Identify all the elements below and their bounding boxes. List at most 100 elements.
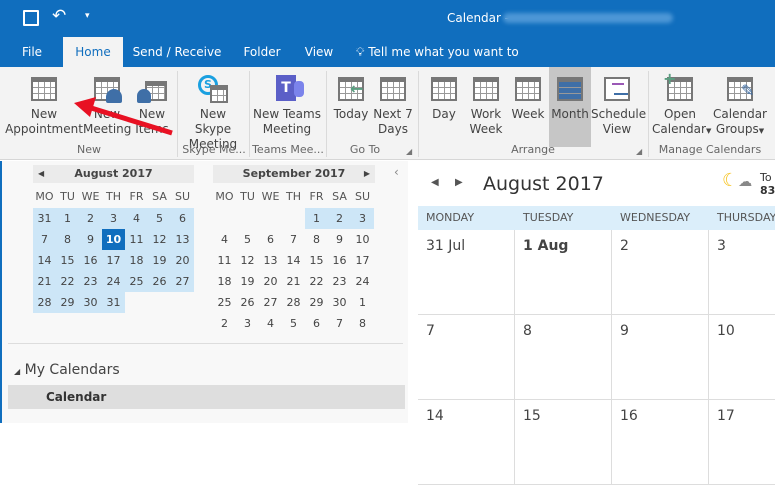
mini-calendar-day[interactable]: 6 — [259, 229, 282, 250]
folder-group-my-calendars[interactable]: ◢ My Calendars — [14, 362, 120, 378]
mini-calendar-day[interactable]: 5 — [148, 208, 171, 229]
mini-calendar-day[interactable]: 17 — [351, 250, 374, 271]
mini-calendar-day[interactable]: 28 — [282, 292, 305, 313]
undo-icon[interactable]: ↶ — [52, 6, 66, 26]
mini-calendar-day[interactable]: 3 — [102, 208, 125, 229]
next-7-days-button[interactable]: Next 7 Days — [372, 67, 414, 147]
mini-calendar-day[interactable]: 17 — [102, 250, 125, 271]
mini-calendar-day[interactable]: 16 — [79, 250, 102, 271]
mini-calendar-day[interactable]: 27 — [171, 271, 194, 292]
day-view-button[interactable]: Day — [423, 67, 465, 147]
mini-calendar-day[interactable]: 4 — [213, 229, 236, 250]
mini-calendar-day[interactable]: 26 — [148, 271, 171, 292]
mini-calendar-day[interactable]: 31 — [102, 292, 125, 313]
mini-calendar-day[interactable]: 2 — [79, 208, 102, 229]
mini-calendar-day[interactable]: 11 — [213, 250, 236, 271]
day-cell[interactable]: 8 — [515, 315, 612, 400]
folder-item-calendar[interactable]: Calendar — [8, 385, 405, 409]
day-cell[interactable]: 1 Aug — [515, 230, 612, 315]
mini-calendar-day[interactable]: 29 — [305, 292, 328, 313]
mini-calendar-day[interactable]: 1 — [305, 208, 328, 229]
tab-view[interactable]: View — [300, 37, 338, 67]
day-cell[interactable]: 16 — [612, 400, 709, 485]
mini-calendar-day[interactable]: 7 — [33, 229, 56, 250]
tab-folder[interactable]: Folder — [238, 37, 286, 67]
new-teams-meeting-button[interactable]: T New Teams Meeting — [252, 67, 322, 147]
mini-calendar-day[interactable]: 10 — [351, 229, 374, 250]
mini-calendar-day[interactable]: 19 — [148, 250, 171, 271]
mini-calendar-day[interactable]: 7 — [282, 229, 305, 250]
collapse-pane-icon[interactable]: ‹ — [394, 165, 399, 179]
mini-calendar-day[interactable]: 3 — [236, 313, 259, 334]
mini-calendar-day[interactable]: 20 — [259, 271, 282, 292]
mini-calendar-day[interactable]: 12 — [148, 229, 171, 250]
day-cell[interactable]: 10 — [709, 315, 775, 400]
customize-toolbar-icon[interactable]: ▾ — [85, 11, 90, 21]
day-cell[interactable]: 15 — [515, 400, 612, 485]
month-view-button[interactable]: Month — [549, 67, 591, 147]
dialog-launcher-icon[interactable]: ◢ — [636, 147, 642, 156]
mini-calendar-day[interactable]: 24 — [351, 271, 374, 292]
mini-calendar-day[interactable]: 1 — [56, 208, 79, 229]
previous-month-icon[interactable]: ◀ — [38, 165, 44, 183]
day-cell[interactable]: 3 — [709, 230, 775, 315]
tab-send-receive[interactable]: Send / Receive — [132, 37, 222, 67]
mini-calendar-day[interactable]: 12 — [236, 250, 259, 271]
mini-calendar-day[interactable]: 11 — [125, 229, 148, 250]
mini-calendar-day[interactable]: 25 — [213, 292, 236, 313]
previous-month-button[interactable]: ◀ — [431, 177, 439, 188]
mini-calendar-day[interactable]: 19 — [236, 271, 259, 292]
mini-calendar-day[interactable]: 15 — [305, 250, 328, 271]
week-view-button[interactable]: Week — [507, 67, 549, 147]
mini-calendar-day[interactable]: 4 — [259, 313, 282, 334]
mini-calendar-day[interactable]: 21 — [33, 271, 56, 292]
mini-calendar-day[interactable]: 28 — [33, 292, 56, 313]
day-cell[interactable]: 7 — [418, 315, 515, 400]
mini-calendar-day[interactable]: 23 — [79, 271, 102, 292]
mini-calendar-day[interactable]: 30 — [328, 292, 351, 313]
next-month-icon[interactable]: ▶ — [364, 165, 370, 183]
mini-calendar-day[interactable]: 31 — [33, 208, 56, 229]
mini-calendar-day[interactable]: 9 — [328, 229, 351, 250]
mini-calendar-day[interactable]: 24 — [102, 271, 125, 292]
mini-calendar-day[interactable]: 15 — [56, 250, 79, 271]
calendar-groups-button[interactable]: ✎ Calendar Groups▼ — [712, 67, 768, 147]
mini-calendar-day[interactable]: 14 — [282, 250, 305, 271]
mini-calendar-day[interactable]: 29 — [56, 292, 79, 313]
tab-file[interactable]: File — [10, 37, 54, 67]
mini-calendar-day[interactable]: 6 — [171, 208, 194, 229]
mini-calendar-day[interactable]: 13 — [259, 250, 282, 271]
mini-calendar-day[interactable]: 8 — [56, 229, 79, 250]
mini-calendar-day[interactable]: 18 — [125, 250, 148, 271]
day-cell[interactable]: 2 — [612, 230, 709, 315]
mini-calendar-day[interactable]: 14 — [33, 250, 56, 271]
mini-calendar-day[interactable]: 1 — [351, 292, 374, 313]
day-cell[interactable]: 9 — [612, 315, 709, 400]
mini-calendar-day[interactable]: 7 — [328, 313, 351, 334]
dialog-launcher-icon[interactable]: ◢ — [406, 147, 412, 156]
mini-calendar-day[interactable]: 2 — [328, 208, 351, 229]
send-receive-icon[interactable] — [23, 10, 39, 26]
mini-calendar-day[interactable]: 9 — [79, 229, 102, 250]
day-cell[interactable]: 17 — [709, 400, 775, 485]
mini-calendar-day[interactable]: 16 — [328, 250, 351, 271]
day-cell[interactable]: 14 — [418, 400, 515, 485]
mini-calendar-day[interactable]: 27 — [259, 292, 282, 313]
mini-calendar-day[interactable]: 30 — [79, 292, 102, 313]
mini-calendar-day[interactable]: 5 — [236, 229, 259, 250]
mini-calendar-day[interactable]: 8 — [351, 313, 374, 334]
mini-calendar-day[interactable]: 21 — [282, 271, 305, 292]
mini-calendar-day[interactable]: 6 — [305, 313, 328, 334]
mini-calendar-day[interactable]: 18 — [213, 271, 236, 292]
open-calendar-button[interactable]: + Open Calendar▼ — [652, 67, 711, 147]
mini-calendar-day[interactable]: 13 — [171, 229, 194, 250]
mini-calendar-day[interactable]: 26 — [236, 292, 259, 313]
mini-calendar-day[interactable]: 25 — [125, 271, 148, 292]
next-month-button[interactable]: ▶ — [455, 177, 463, 188]
day-cell[interactable]: 31 Jul — [418, 230, 515, 315]
mini-calendar-day[interactable]: 3 — [351, 208, 374, 229]
tab-home[interactable]: Home — [63, 37, 123, 67]
new-skype-meeting-button[interactable]: S New Skype Meeting — [180, 67, 246, 151]
schedule-view-button[interactable]: Schedule View — [591, 67, 646, 147]
mini-calendar-day[interactable]: 22 — [56, 271, 79, 292]
